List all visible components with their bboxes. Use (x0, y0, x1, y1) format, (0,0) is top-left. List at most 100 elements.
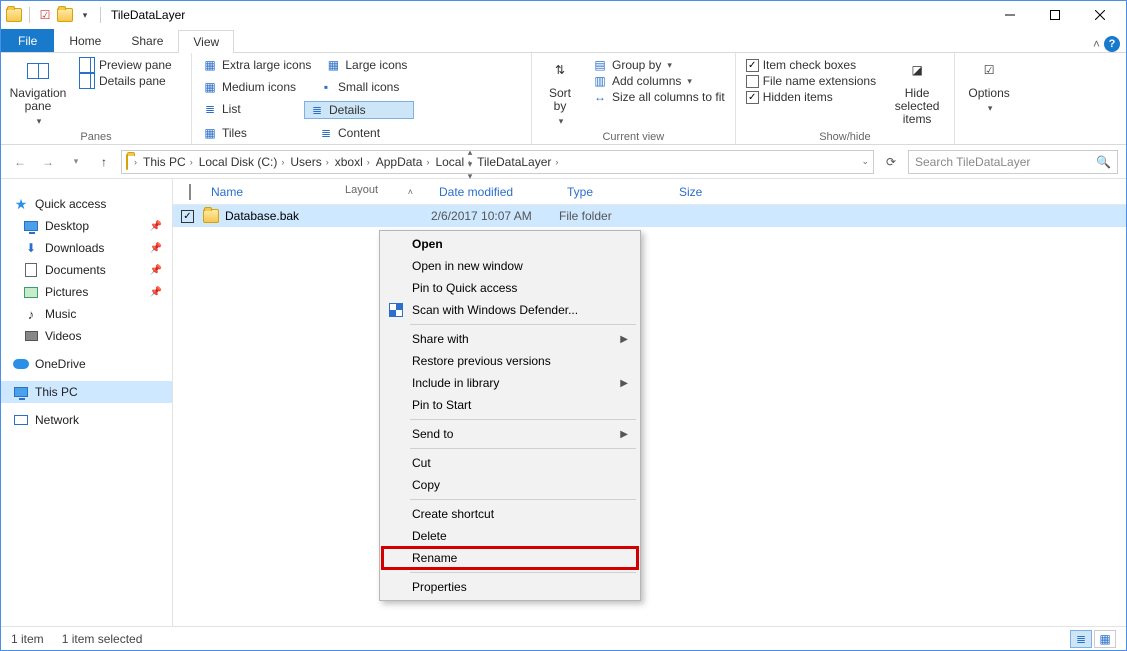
item-checkboxes-toggle[interactable]: ✓Item check boxes (742, 57, 880, 73)
layout-small[interactable]: ▪Small icons (314, 79, 424, 95)
navigation-pane-button[interactable]: Navigation pane ▾ (7, 57, 69, 129)
column-type[interactable]: Type (559, 185, 671, 199)
ctx-separator (410, 419, 636, 420)
ctx-scan-defender[interactable]: Scan with Windows Defender... (382, 299, 638, 321)
ctx-restore-versions[interactable]: Restore previous versions (382, 350, 638, 372)
collapse-ribbon-icon[interactable]: ˄ (1093, 37, 1100, 51)
layout-details[interactable]: ≣Details (304, 101, 414, 119)
file-extensions-toggle[interactable]: File name extensions (742, 73, 880, 89)
hide-selected-button[interactable]: ◪ Hide selected items (886, 57, 948, 129)
column-name[interactable]: Name˄ (203, 185, 431, 199)
tab-file[interactable]: File (1, 29, 54, 52)
layout-list[interactable]: ≣List (198, 101, 298, 117)
breadcrumb[interactable]: Users› (288, 155, 330, 169)
select-all-checkbox[interactable] (189, 184, 191, 200)
ctx-cut[interactable]: Cut (382, 452, 638, 474)
large-icons-view-toggle[interactable]: ▦ (1094, 630, 1116, 648)
breadcrumb[interactable]: Local Disk (C:)› (197, 155, 287, 169)
ctx-share-with[interactable]: Share with▶ (382, 328, 638, 350)
file-name: Database.bak (225, 209, 299, 223)
column-size[interactable]: Size (671, 185, 751, 199)
ribbon-group-panes: Navigation pane ▾ Preview pane Details p… (1, 53, 192, 144)
ctx-copy[interactable]: Copy (382, 474, 638, 496)
breadcrumb[interactable]: Local› (433, 155, 473, 169)
tab-view[interactable]: View (178, 30, 234, 53)
close-button[interactable] (1077, 1, 1122, 29)
nav-quick-access[interactable]: ★Quick access (1, 193, 172, 215)
nav-documents[interactable]: Documents📌 (1, 259, 172, 281)
address-bar[interactable]: › This PC› Local Disk (C:)› Users› xboxl… (121, 150, 874, 174)
size-columns-button[interactable]: ↔Size all columns to fit (588, 89, 729, 105)
refresh-button[interactable]: ⟳ (880, 155, 902, 169)
layout-tiles[interactable]: ▦Tiles (198, 125, 308, 141)
hidden-items-toggle[interactable]: ✓Hidden items (742, 89, 880, 105)
new-folder-qa-icon[interactable] (56, 6, 74, 24)
ctx-separator (410, 572, 636, 573)
checkbox-checked-icon: ✓ (746, 59, 759, 72)
picture-icon (23, 284, 39, 300)
up-button[interactable]: ↑ (93, 151, 115, 173)
address-bar-row: ← → ▾ ↑ › This PC› Local Disk (C:)› User… (1, 145, 1126, 179)
tab-share[interactable]: Share (116, 29, 178, 52)
back-button[interactable]: ← (9, 151, 31, 173)
breadcrumb[interactable]: AppData› (374, 155, 432, 169)
layout-content[interactable]: ≣Content (314, 125, 414, 141)
sort-by-button[interactable]: ⇅ Sort by ▾ (538, 57, 582, 129)
ctx-open[interactable]: Open (382, 233, 638, 255)
ctx-separator (410, 448, 636, 449)
ctx-separator (410, 324, 636, 325)
nav-videos[interactable]: Videos (1, 325, 172, 347)
navigation-pane-icon (22, 59, 54, 83)
breadcrumb[interactable]: xboxl› (333, 155, 372, 169)
properties-qa-icon[interactable]: ☑ (36, 6, 54, 24)
search-placeholder: Search TileDataLayer (915, 155, 1030, 169)
group-by-button[interactable]: ▤Group by▾ (588, 57, 729, 73)
sort-indicator-icon: ˄ (408, 187, 413, 197)
maximize-button[interactable] (1032, 1, 1077, 29)
ctx-send-to[interactable]: Send to▶ (382, 423, 638, 445)
address-dropdown-icon[interactable]: ⌄ (861, 156, 869, 167)
preview-pane-button[interactable]: Preview pane (75, 57, 185, 73)
ribbon-group-options: ☑ Options ▾ (955, 53, 1023, 144)
details-view-toggle[interactable]: ≣ (1070, 630, 1092, 648)
tab-home[interactable]: Home (54, 29, 116, 52)
nav-desktop[interactable]: Desktop📌 (1, 215, 172, 237)
nav-downloads[interactable]: ⬇Downloads📌 (1, 237, 172, 259)
ctx-pin-start[interactable]: Pin to Start (382, 394, 638, 416)
qa-dropdown-icon[interactable]: ▾ (76, 6, 94, 24)
ctx-open-new-window[interactable]: Open in new window (382, 255, 638, 277)
nav-onedrive[interactable]: OneDrive (1, 353, 172, 375)
layout-large[interactable]: ▦Large icons (321, 57, 421, 73)
file-list-area: Name˄ Date modified Type Size ✓ Database… (173, 179, 1126, 626)
help-icon[interactable]: ? (1104, 36, 1120, 52)
table-row[interactable]: ✓ Database.bak 2/6/2017 10:07 AM File fo… (173, 205, 1126, 227)
ctx-create-shortcut[interactable]: Create shortcut (382, 503, 638, 525)
download-icon: ⬇ (23, 240, 39, 256)
add-columns-button[interactable]: ▥Add columns▾ (588, 73, 729, 89)
row-checkbox[interactable]: ✓ (181, 210, 194, 223)
column-date[interactable]: Date modified (431, 185, 559, 199)
ctx-properties[interactable]: Properties (382, 576, 638, 598)
preview-pane-icon (79, 58, 95, 72)
file-date: 2/6/2017 10:07 AM (431, 209, 559, 223)
minimize-button[interactable] (987, 1, 1032, 29)
forward-button[interactable]: → (37, 151, 59, 173)
status-selected-count: 1 item selected (62, 632, 143, 646)
titlebar: ☑ ▾ TileDataLayer (1, 1, 1126, 29)
breadcrumb[interactable]: TileDataLayer› (475, 155, 560, 169)
options-button[interactable]: ☑ Options ▾ (961, 57, 1017, 116)
breadcrumb[interactable]: This PC› (141, 155, 195, 169)
layout-medium[interactable]: ▦Medium icons (198, 79, 308, 95)
nav-pictures[interactable]: Pictures📌 (1, 281, 172, 303)
nav-music[interactable]: ♪Music (1, 303, 172, 325)
nav-this-pc[interactable]: This PC (1, 381, 172, 403)
recent-locations-button[interactable]: ▾ (65, 151, 87, 173)
details-pane-button[interactable]: Details pane (75, 73, 185, 89)
ctx-rename[interactable]: Rename (382, 547, 638, 569)
ctx-delete[interactable]: Delete (382, 525, 638, 547)
layout-extra-large[interactable]: ▦Extra large icons (198, 57, 315, 73)
search-input[interactable]: Search TileDataLayer 🔍 (908, 150, 1118, 174)
ctx-pin-quick-access[interactable]: Pin to Quick access (382, 277, 638, 299)
nav-network[interactable]: Network (1, 409, 172, 431)
ctx-include-library[interactable]: Include in library▶ (382, 372, 638, 394)
